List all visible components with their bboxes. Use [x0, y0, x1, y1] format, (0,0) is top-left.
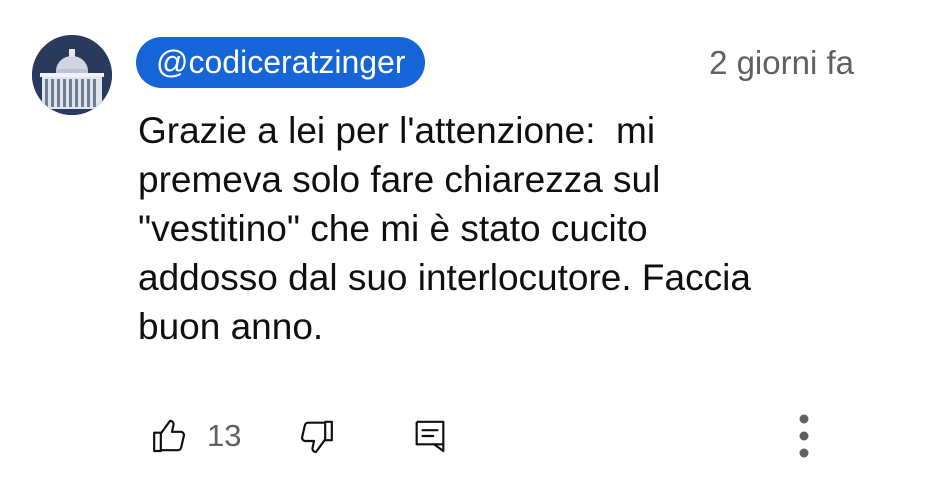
dislike-button[interactable]: [296, 410, 336, 462]
avatar-basilica-image: [32, 35, 112, 115]
reply-button[interactable]: [410, 410, 450, 462]
comment-actions: 13: [0, 410, 928, 462]
avatar[interactable]: [32, 35, 112, 115]
more-vertical-icon: [797, 412, 811, 460]
like-button[interactable]: 13: [150, 410, 241, 462]
like-count: 13: [207, 418, 242, 453]
thumbs-down-icon: [296, 416, 336, 456]
comment-text: Grazie a lei per l'attenzione: mi premev…: [138, 110, 751, 347]
reply-icon: [410, 416, 450, 456]
author-badge[interactable]: @codiceratzinger: [136, 37, 426, 88]
thumbs-up-icon: [150, 416, 190, 456]
more-options-button[interactable]: [792, 410, 816, 462]
timestamp: 2 giorni fa: [709, 44, 854, 81]
